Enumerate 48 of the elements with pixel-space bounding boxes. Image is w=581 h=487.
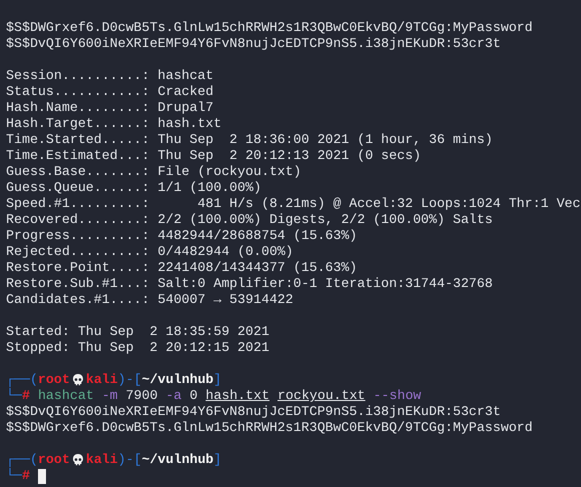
command-file: hash.txt [206,388,270,404]
prompt-frame: )-[ [118,372,142,388]
command-file: rockyou.txt [278,388,366,404]
output-text: Recovered........: 2/2 (100.00%) Digests, 2/2 (100.00%) Salts [6,212,493,228]
prompt-path: ~/vulnhub [142,452,214,468]
prompt-frame: ┌──( [6,452,38,468]
output-text: $S$DWGrxef6.D0cwB5Ts.GlnLw15chRRWH2s1R3QBwC0EkvBQ/9TCGg:MyPassword [6,420,533,436]
command-argument: 7900 [126,388,158,404]
text-cursor [38,468,46,484]
prompt-host: kali [86,452,118,468]
prompt-frame: ] [214,372,222,388]
prompt-frame: )-[ [118,452,142,468]
prompt-frame: └─ [6,388,22,404]
prompt-host: kali [86,372,118,388]
output-text: Candidates.#1....: 540007 → 53914422 [6,292,294,308]
output-text: Restore.Sub.#1...: Salt:0 Amplifier:0-1 Iteration:31744-32768 [6,276,493,292]
output-text: Guess.Base.......: File (rockyou.txt) [6,164,302,180]
output-text: Stopped: Thu Sep 2 20:12:15 2021 [6,340,270,356]
prompt-user: root [38,372,70,388]
prompt-frame: ┌──( [6,372,38,388]
output-text: Rejected.........: 0/4482944 (0.00%) [6,244,294,260]
prompt-symbol: # [22,388,30,404]
output-text: Guess.Queue......: 1/1 (100.00%) [6,180,262,196]
output-text: $S$DvQI6Y600iNeXRIeEMF94Y6FvN8nujJcEDTCP9nS5.i38jnEKuDR:53cr3t [6,404,501,420]
output-text: Speed.#1.........: 481 H/s (8.21ms) @ Accel:32 Loops:1024 Thr:1 Vec [6,196,581,212]
output-text: Hash.Name........: Drupal7 [6,100,214,116]
output-text: Status...........: Cracked [6,84,214,100]
command-option: -m [102,388,118,404]
output-text: $S$DWGrxef6.D0cwB5Ts.GlnLw15chRRWH2s1R3QBwC0EkvBQ/9TCGg:MyPassword [6,20,533,36]
output-text: Restore.Point....: 2241408/14344377 (15.63%) [6,260,358,276]
skull-icon [70,453,85,467]
command-option: --show [373,388,422,404]
prompt-path: ~/vulnhub [142,372,214,388]
prompt-frame: ] [214,452,222,468]
output-text: Time.Started.....: Thu Sep 2 18:36:00 2021 (1 hour, 36 mins) [6,132,493,148]
output-text: Progress.........: 4482944/28688754 (15.63%) [6,228,358,244]
output-text: Hash.Target......: hash.txt [6,116,222,132]
command-argument: 0 [190,388,198,404]
output-text: Time.Estimated...: Thu Sep 2 20:12:13 2021 (0 secs) [6,148,421,164]
output-text: Session..........: hashcat [6,68,214,84]
prompt-symbol: # [22,468,30,484]
skull-icon [70,373,85,387]
output-text: $S$DvQI6Y600iNeXRIeEMF94Y6FvN8nujJcEDTCP9nS5.i38jnEKuDR:53cr3t [6,36,501,52]
command-option: -a [166,388,182,404]
output-text: Started: Thu Sep 2 18:35:59 2021 [6,324,270,340]
prompt-user: root [38,452,70,468]
command-name: hashcat [38,388,94,404]
prompt-frame: └─ [6,468,22,484]
